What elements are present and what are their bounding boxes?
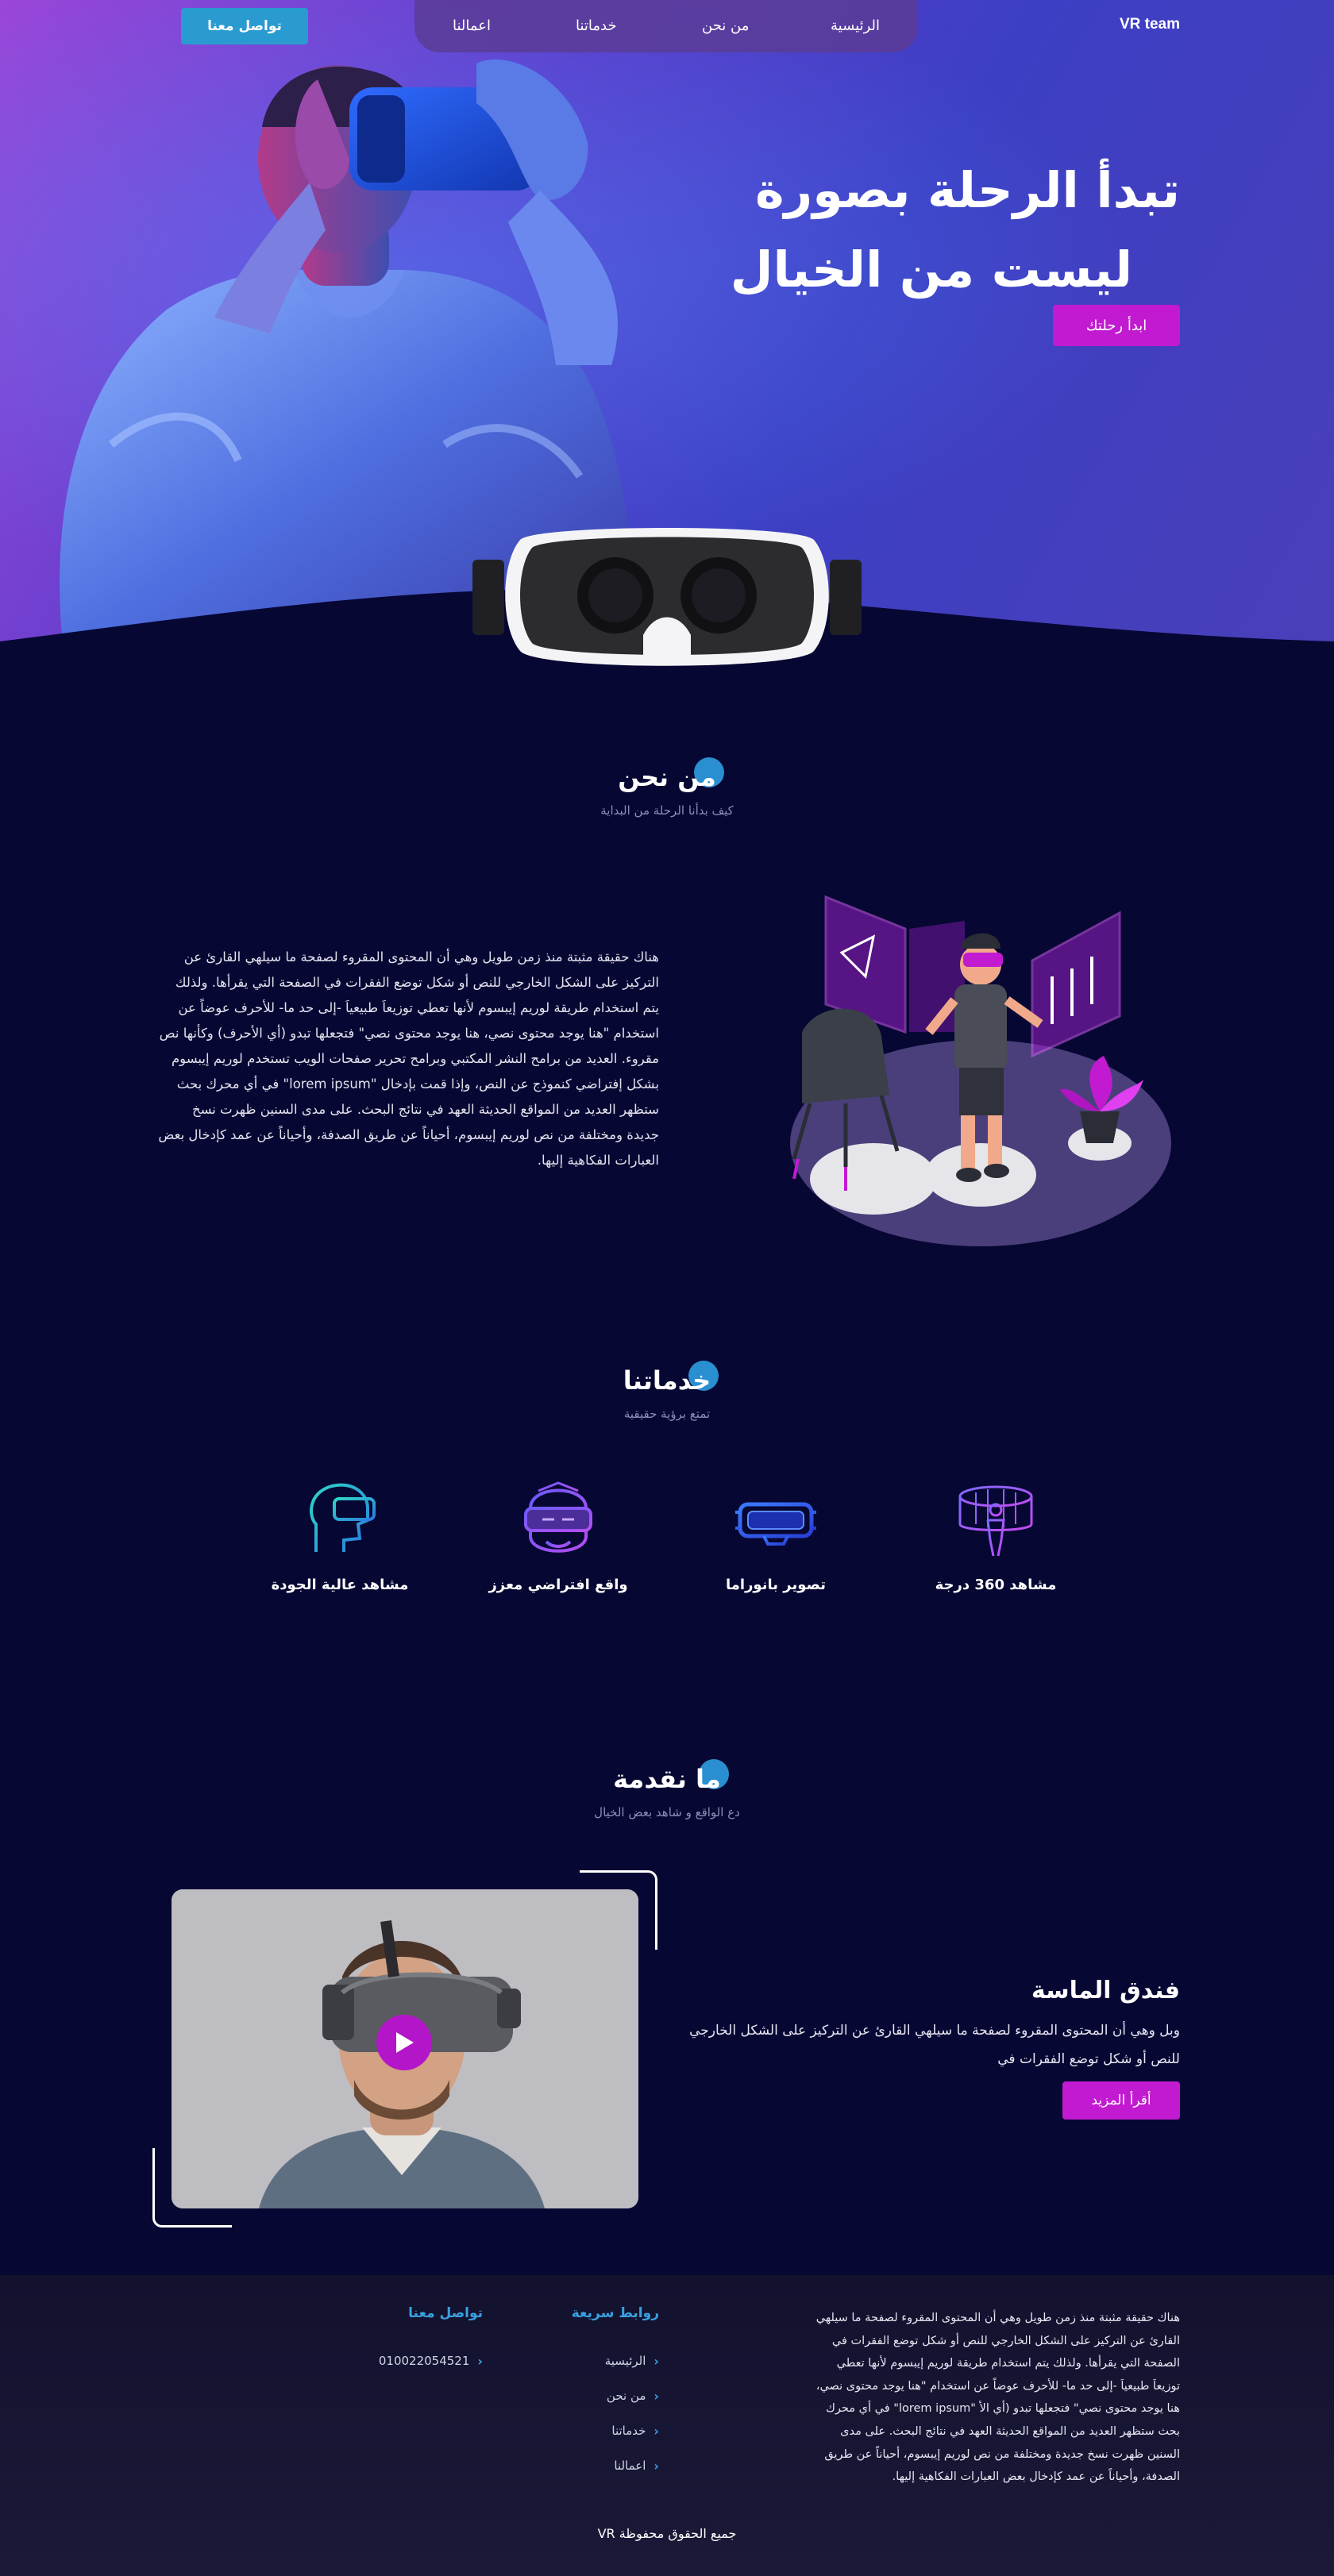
about-paragraph: هناك حقيقة مثبتة منذ زمن طويل وهي أن الم… — [158, 949, 659, 1168]
service-item[interactable]: مشاهد 360 درجة — [900, 1477, 1091, 1593]
offer-title-text: ما نقدمة — [613, 1764, 721, 1794]
service-label: مشاهد عالية الجودة — [271, 1577, 409, 1593]
footer-about-text: هناك حقيقة مثبتة منذ زمن طويل وهي أن الم… — [815, 2312, 1180, 2484]
service-label: مشاهد 360 درجة — [935, 1577, 1057, 1593]
offer-heading: ما نقدمة دع الواقع و شاهد بعض الخيال — [0, 1759, 1334, 1819]
service-item[interactable]: واقع افتراضي معزز — [463, 1477, 654, 1593]
footer-link-home[interactable]: ‹ الرئيسية — [605, 2343, 659, 2378]
hero-title-line1: تبدأ الرحلة بصورة — [754, 161, 1180, 219]
services-heading: خدماتنا تمتع برؤية حقيقية — [0, 1361, 1334, 1421]
read-more-button[interactable]: أقرأ المزيد — [1062, 2081, 1180, 2120]
vr-headset-image — [472, 528, 862, 666]
about-title-text: من نحن — [618, 762, 716, 792]
play-button[interactable] — [376, 2015, 432, 2070]
start-journey-button[interactable]: ابدأ رحلتك — [1053, 305, 1180, 346]
chevron-left-icon: ‹ — [654, 2423, 659, 2439]
nav-about[interactable]: من نحن — [702, 17, 749, 34]
service-label: واقع افتراضي معزز — [488, 1577, 628, 1593]
chevron-left-icon: ‹ — [654, 2353, 659, 2369]
head-profile-vr-icon — [310, 1483, 376, 1552]
copyright: جميع الحقوق محفوظة VR — [597, 2526, 737, 2541]
offer-card-text: وبل وهي أن المحتوى المقروء لصفحة ما سيله… — [689, 2023, 1180, 2067]
vr-goggles-icon — [735, 1502, 816, 1546]
about-title: من نحن — [618, 757, 724, 792]
footer-link-label: خدماتنا — [611, 2424, 646, 2438]
hero-section: الرئيسية من نحن خدماتنا اعمالنا VR team … — [0, 0, 1334, 683]
chevron-left-icon: ‹ — [654, 2388, 659, 2404]
phone-row[interactable]: ‹ 010022054521 — [379, 2343, 483, 2378]
about-heading: من نحن كيف بدأنا الرحلة من البداية — [0, 757, 1334, 818]
video-card[interactable] — [172, 1889, 638, 2208]
quick-links-title: روابط سريعة — [571, 2305, 659, 2321]
chevron-left-icon: ‹ — [654, 2458, 659, 2474]
services-title: خدماتنا — [623, 1361, 719, 1396]
footer-link-works[interactable]: ‹ اعمالنا — [605, 2448, 659, 2483]
services-subtitle: تمتع برؤية حقيقية — [623, 1407, 711, 1421]
footer-link-label: من نحن — [606, 2389, 646, 2403]
contact-button[interactable]: تواصل معنا — [181, 8, 308, 44]
offer-card-title: فندق الماسة — [1031, 1977, 1180, 2004]
service-item[interactable]: تصوير بانوراما — [680, 1477, 871, 1593]
offer-title: ما نقدمة — [613, 1759, 729, 1794]
phone-number: 010022054521 — [378, 2354, 470, 2368]
about-subtitle: كيف بدأنا الرحلة من البداية — [600, 803, 734, 818]
navbar: الرئيسية من نحن خدماتنا اعمالنا VR team … — [0, 0, 1334, 56]
vr-illustration — [790, 895, 1171, 1246]
offer-subtitle: دع الواقع و شاهد بعض الخيال — [594, 1805, 740, 1819]
contact-title: تواصل معنا — [408, 2305, 483, 2321]
chevron-left-icon: ‹ — [477, 2353, 483, 2369]
play-icon — [396, 2032, 414, 2053]
nav-services[interactable]: خدماتنا — [576, 17, 617, 34]
footer-link-label: اعمالنا — [614, 2459, 646, 2473]
footer: هناك حقيقة مثبتة منذ زمن طويل وهي أن الم… — [0, 2275, 1334, 2576]
vr-headset-face-icon — [524, 1481, 592, 1553]
footer-link-services[interactable]: ‹ خدماتنا — [605, 2413, 659, 2448]
nav-works[interactable]: اعمالنا — [453, 17, 491, 34]
nav-home[interactable]: الرئيسية — [831, 17, 880, 34]
brand-logo[interactable]: VR team — [1120, 16, 1180, 33]
services-title-text: خدماتنا — [623, 1365, 711, 1396]
hero-title-line2: ليست من الخيال — [730, 241, 1132, 298]
service-label: تصوير بانوراما — [726, 1577, 826, 1593]
quick-links-list: ‹ الرئيسية ‹ من نحن ‹ خدماتنا ‹ اعمالنا — [605, 2343, 659, 2483]
footer-link-label: الرئيسية — [604, 2354, 646, 2368]
vr-360-person-icon — [958, 1485, 1033, 1557]
hero-title: تبدأ الرحلة بصورة ليست من الخيال — [672, 151, 1180, 310]
footer-link-about[interactable]: ‹ من نحن — [605, 2378, 659, 2413]
service-item[interactable]: مشاهد عالية الجودة — [245, 1477, 435, 1593]
